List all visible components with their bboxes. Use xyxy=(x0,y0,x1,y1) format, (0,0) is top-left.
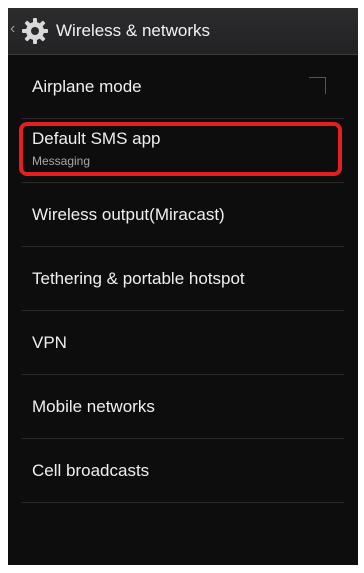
setting-label: Mobile networks xyxy=(32,397,155,416)
settings-gear-icon[interactable] xyxy=(20,16,50,46)
setting-wireless-output[interactable]: Wireless output(Miracast) xyxy=(8,183,358,247)
setting-label: Wireless output(Miracast) xyxy=(32,205,225,224)
setting-airplane-mode[interactable]: Airplane mode xyxy=(8,55,358,119)
setting-tethering-hotspot[interactable]: Tethering & portable hotspot xyxy=(8,247,358,311)
screenshot-frame: ‹ Wireless & networks Airplane mode Defa… xyxy=(0,0,364,573)
setting-summary: Messaging xyxy=(32,154,91,168)
setting-label: Tethering & portable hotspot xyxy=(32,269,245,288)
settings-list: Airplane mode Default SMS app Messaging … xyxy=(8,55,358,503)
setting-default-sms-app[interactable]: Default SMS app Messaging xyxy=(8,119,358,183)
setting-cell-broadcasts[interactable]: Cell broadcasts xyxy=(8,439,358,503)
setting-mobile-networks[interactable]: Mobile networks xyxy=(8,375,358,439)
setting-label: VPN xyxy=(32,333,67,352)
divider xyxy=(22,502,344,503)
screen-title: Wireless & networks xyxy=(56,21,210,40)
phone-screen: ‹ Wireless & networks Airplane mode Defa… xyxy=(8,8,358,565)
back-caret-icon[interactable]: ‹ xyxy=(10,21,15,37)
airplane-mode-checkbox[interactable] xyxy=(309,77,326,94)
action-bar: ‹ Wireless & networks xyxy=(8,8,358,55)
setting-vpn[interactable]: VPN xyxy=(8,311,358,375)
setting-label: Default SMS app xyxy=(32,129,161,148)
setting-label: Cell broadcasts xyxy=(32,461,150,480)
setting-label: Airplane mode xyxy=(32,77,142,96)
